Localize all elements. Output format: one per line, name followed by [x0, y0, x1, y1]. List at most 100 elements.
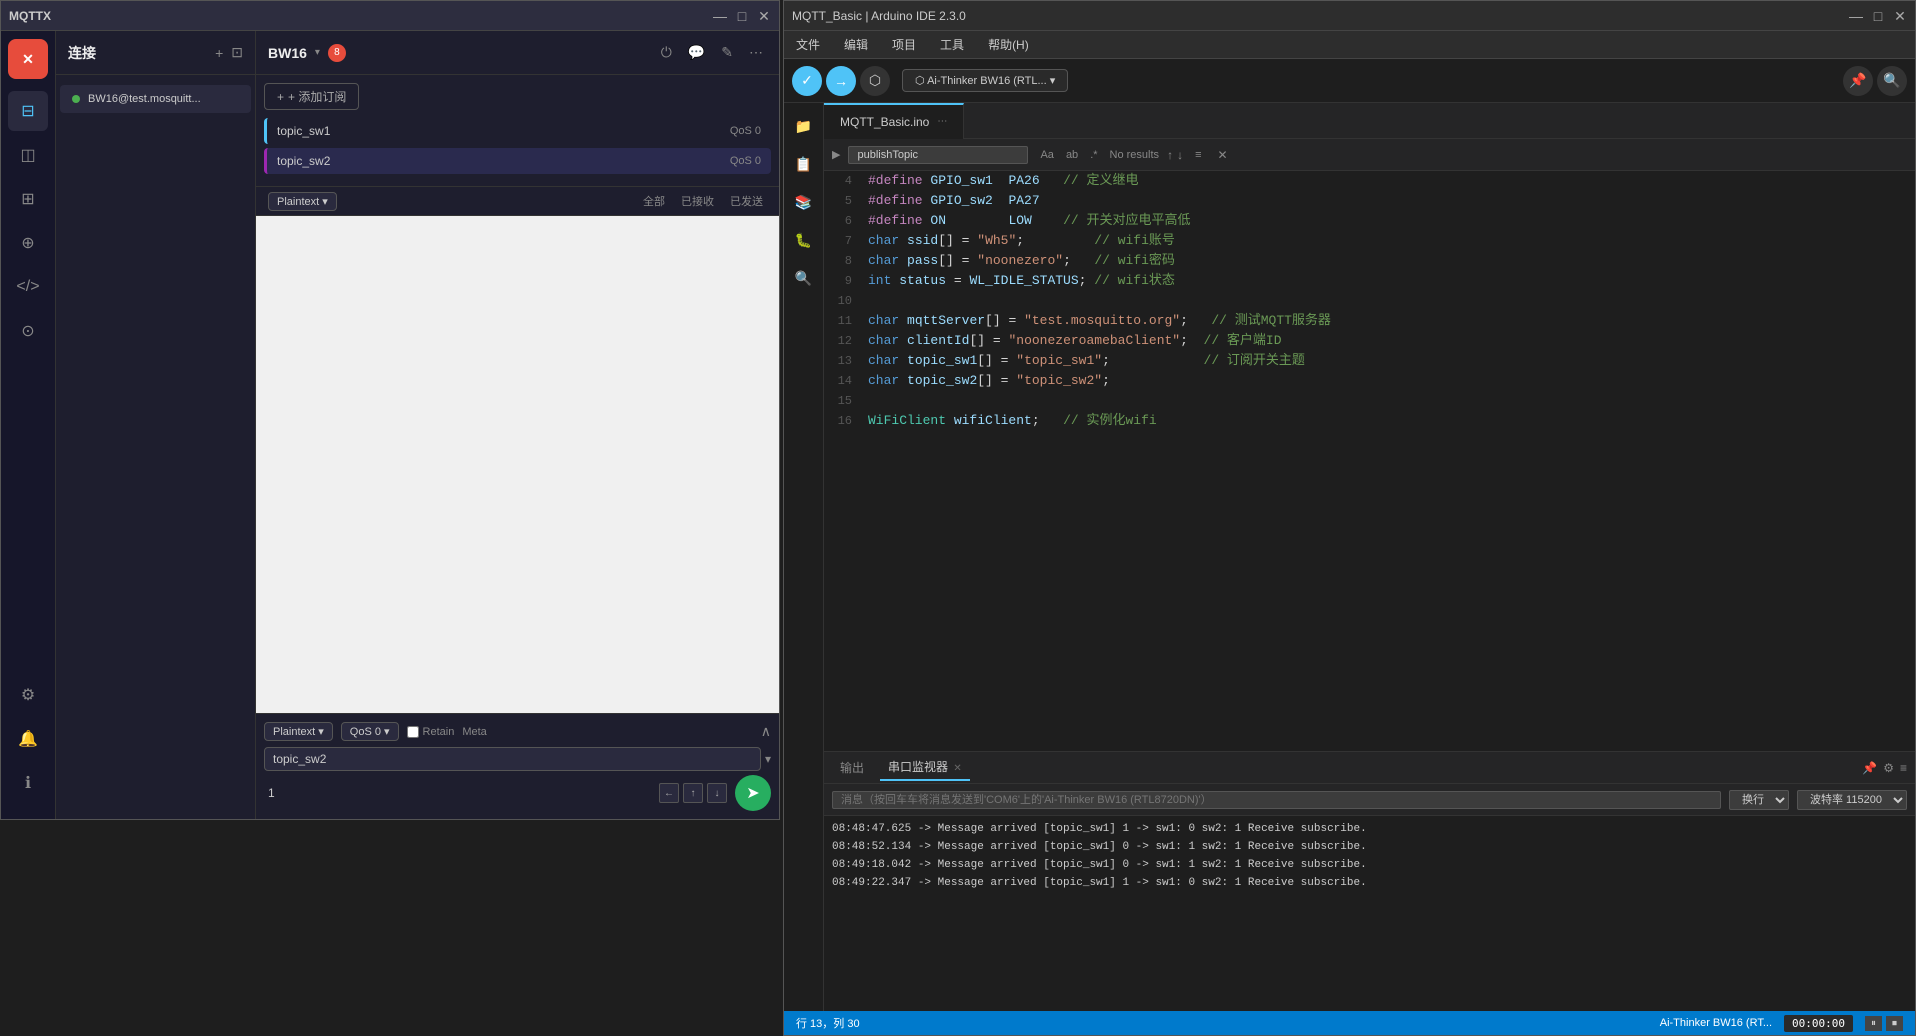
retain-checkbox[interactable] [407, 726, 419, 738]
message-count-badge: 8 [328, 44, 346, 62]
next-result-btn[interactable]: ↓ [1177, 148, 1183, 162]
message-input[interactable] [264, 782, 651, 804]
power-btn[interactable]: ⏻ [657, 40, 676, 65]
message-format-select[interactable]: Plaintext ▾ [268, 192, 337, 211]
layout-btn[interactable]: ⊡ [231, 44, 243, 61]
board-select[interactable]: ⬡ Ai-Thinker BW16 (RTL... ▾ [902, 69, 1068, 92]
serial-monitor-tab[interactable]: 串口监视器 ✕ [880, 754, 970, 781]
code-line-10: 10 [824, 291, 1915, 311]
menu-file[interactable]: 文件 [792, 34, 824, 55]
sidebar-item-info[interactable]: ℹ [8, 763, 48, 803]
topic-dropdown-icon[interactable]: ▾ [765, 752, 771, 766]
settings-serial-icon[interactable]: ⚙ [1883, 761, 1894, 775]
more-btn[interactable]: ⋯ [745, 40, 767, 65]
add-subscription-label: + 添加订阅 [288, 88, 346, 105]
sidebar-item-script[interactable]: ◫ [8, 135, 48, 175]
search-close-btn[interactable]: ✕ [1217, 148, 1227, 162]
pin-btn[interactable]: 📌 [1843, 66, 1873, 96]
next-message-btn[interactable]: ↓ [707, 783, 727, 803]
topic-input[interactable] [264, 747, 761, 771]
clear-serial-icon[interactable]: ≡ [1900, 761, 1907, 775]
filter-sent-tab[interactable]: 已发送 [726, 191, 767, 211]
search-input[interactable] [848, 146, 1028, 164]
sidebar-item-add[interactable]: ⊕ [8, 223, 48, 263]
line-content-4[interactable]: #define GPIO_sw1 PA26 // 定义继电 [864, 171, 1915, 191]
serial-toolbar: 换行 波特率 115200 [824, 784, 1915, 816]
debug-btn[interactable]: ⬡ [860, 66, 890, 96]
sidebar-item-notification[interactable]: 🔔 [8, 719, 48, 759]
file-tab-more[interactable]: ⋯ [937, 116, 947, 127]
regex-btn[interactable]: .* [1086, 148, 1101, 162]
filter-all-tab[interactable]: 全部 [639, 191, 669, 211]
send-btn[interactable]: ➤ [735, 775, 771, 811]
arduino-maximize-btn[interactable]: □ [1871, 9, 1885, 23]
search-toggle-btn[interactable]: 🔍 [1877, 66, 1907, 96]
add-subscription-btn[interactable]: + + 添加订阅 [264, 83, 359, 110]
baud-rate-select[interactable]: 波特率 115200 [1797, 790, 1907, 810]
meta-btn[interactable]: Meta [462, 726, 486, 738]
line-content-6[interactable]: #define ON LOW // 开关对应电平高低 [864, 211, 1915, 231]
edit-btn[interactable]: ✎ [717, 40, 737, 65]
line-content-11[interactable]: char mqttServer[] = "test.mosquitto.org"… [864, 311, 1915, 331]
code-editor: 4 #define GPIO_sw1 PA26 // 定义继电 5 #defin… [824, 171, 1915, 751]
serial-input[interactable] [832, 791, 1721, 809]
expand-btn[interactable]: ∧ [761, 723, 771, 740]
add-connection-btn[interactable]: + [215, 45, 223, 61]
board-manager-icon[interactable]: 📋 [789, 149, 819, 179]
upload-btn[interactable]: → [826, 66, 856, 96]
sidebar-item-connection[interactable]: ⊟ [8, 91, 48, 131]
line-content-7[interactable]: char ssid[] = "Wh5"; // wifi账号 [864, 231, 1915, 251]
search-icon[interactable]: 🔍 [789, 263, 819, 293]
close-btn[interactable]: ✕ [757, 9, 771, 23]
whole-word-btn[interactable]: ab [1062, 148, 1082, 162]
serial-monitor-close[interactable]: ✕ [953, 763, 961, 774]
qos-select[interactable]: QoS 0 ▾ [341, 722, 399, 741]
pin-serial-icon[interactable]: 📌 [1862, 761, 1877, 775]
sidebar-item-log[interactable]: ⊞ [8, 179, 48, 219]
subscription-item-sw2[interactable]: topic_sw2 QoS 0 [264, 148, 771, 174]
timer-stop-btn[interactable]: ⏹ [1886, 1016, 1903, 1031]
prev-message-btn[interactable]: ← [659, 783, 679, 803]
prev-result-btn[interactable]: ↑ [1167, 148, 1173, 162]
menu-project[interactable]: 项目 [888, 34, 920, 55]
output-tab[interactable]: 输出 [832, 755, 872, 780]
menu-help[interactable]: 帮助(H) [984, 34, 1033, 55]
filter-received-tab[interactable]: 已接收 [677, 191, 718, 211]
connection-status-dot [72, 95, 80, 103]
line-content-12[interactable]: char clientId[] = "noonezeroamebaClient"… [864, 331, 1915, 351]
menu-edit[interactable]: 编辑 [840, 34, 872, 55]
sidebar-item-settings[interactable]: ⚙ [8, 675, 48, 715]
add-icon: ⊕ [21, 233, 34, 253]
search-options-btn[interactable]: ≡ [1191, 148, 1205, 162]
comment-btn[interactable]: 💬 [684, 40, 709, 65]
minimize-btn[interactable]: — [713, 9, 727, 23]
verify-btn[interactable]: ✓ [792, 66, 822, 96]
sidebar-item-code[interactable]: </> [8, 267, 48, 307]
sidebar-item-database[interactable]: ⊙ [8, 311, 48, 351]
maximize-btn[interactable]: □ [735, 9, 749, 23]
menu-tools[interactable]: 工具 [936, 34, 968, 55]
library-manager-icon[interactable]: 📚 [789, 187, 819, 217]
arduino-close-btn[interactable]: ✕ [1893, 9, 1907, 23]
file-tab-mqtt-basic[interactable]: MQTT_Basic.ino ⋯ [824, 103, 964, 139]
nav-btn-2[interactable]: ↑ [683, 783, 703, 803]
line-content-16[interactable]: WiFiClient wifiClient; // 实例化wifi [864, 411, 1915, 431]
plus-icon: + [277, 90, 284, 104]
connection-item[interactable]: BW16@test.mosquitt... [60, 85, 251, 113]
timer-pause-btn[interactable]: ⏸ [1865, 1016, 1882, 1031]
settings-icon: ⚙ [21, 685, 35, 705]
chevron-down-icon[interactable]: ▾ [315, 47, 320, 58]
files-icon[interactable]: 📁 [789, 111, 819, 141]
line-content-13[interactable]: char topic_sw1[] = "topic_sw1"; // 订阅开关主… [864, 351, 1915, 371]
case-sensitive-btn[interactable]: Aa [1036, 148, 1057, 162]
publish-format-select[interactable]: Plaintext ▾ [264, 722, 333, 741]
icon-sidebar-top: ✕ ⊟ ◫ ⊞ ⊕ </> ⊙ [8, 39, 48, 671]
arduino-minimize-btn[interactable]: — [1849, 9, 1863, 23]
line-content-9[interactable]: int status = WL_IDLE_STATUS; // wifi状态 [864, 271, 1915, 291]
send-options-select[interactable]: 换行 [1729, 790, 1789, 810]
line-content-8[interactable]: char pass[] = "noonezero"; // wifi密码 [864, 251, 1915, 271]
line-content-14[interactable]: char topic_sw2[] = "topic_sw2"; [864, 371, 1915, 391]
line-content-5[interactable]: #define GPIO_sw2 PA27 [864, 191, 1915, 211]
debug-manager-icon[interactable]: 🐛 [789, 225, 819, 255]
subscription-item-sw1[interactable]: topic_sw1 QoS 0 [264, 118, 771, 144]
